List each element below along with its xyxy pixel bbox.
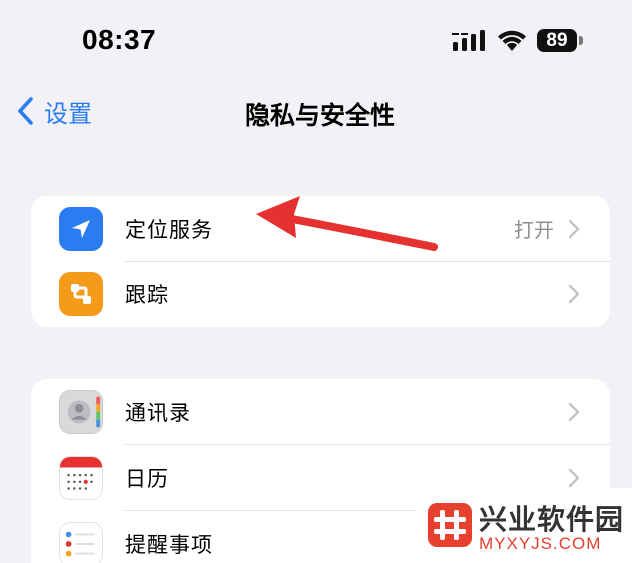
location-arrow-icon <box>59 206 103 251</box>
battery-cap <box>579 36 583 45</box>
chevron-right-icon <box>568 219 580 238</box>
location-services-value: 打开 <box>514 218 554 243</box>
contacts-label: 通讯录 <box>125 401 191 425</box>
tracking-label: 跟踪 <box>125 283 169 308</box>
chevron-right-icon <box>568 402 580 422</box>
location-services-row[interactable]: 定位服务 打开 <box>31 196 610 262</box>
status-time: 08:37 <box>82 24 157 55</box>
tracking-row[interactable]: 跟踪 <box>31 262 610 328</box>
contacts-row[interactable]: 通讯录 <box>31 379 610 445</box>
cellular-signal-icon <box>452 30 485 51</box>
navigation-bar: 设置 隐私与安全性 <box>0 80 632 140</box>
reminders-icon <box>59 522 103 563</box>
watermark: 兴业软件园 MYXYJS.COM <box>416 488 632 563</box>
location-services-label: 定位服务 <box>125 217 213 242</box>
reminders-label: 提醒事项 <box>125 533 213 557</box>
tracking-icon <box>59 272 103 317</box>
chevron-right-icon <box>568 285 580 304</box>
wifi-icon <box>498 30 526 51</box>
page-title: 隐私与安全性 <box>244 101 395 130</box>
watermark-url: MYXYJS.COM <box>479 534 602 553</box>
battery-icon: 89 <box>537 29 577 52</box>
watermark-title: 兴业软件园 <box>479 503 625 536</box>
calendar-icon <box>59 456 103 500</box>
watermark-logo-icon <box>428 503 472 547</box>
contacts-icon <box>59 390 103 434</box>
calendar-label: 日历 <box>125 467 169 491</box>
status-bar: 08:37 89 <box>0 0 632 80</box>
settings-group-location-tracking: 定位服务 打开 跟踪 <box>31 196 610 327</box>
chevron-right-icon <box>568 468 580 488</box>
